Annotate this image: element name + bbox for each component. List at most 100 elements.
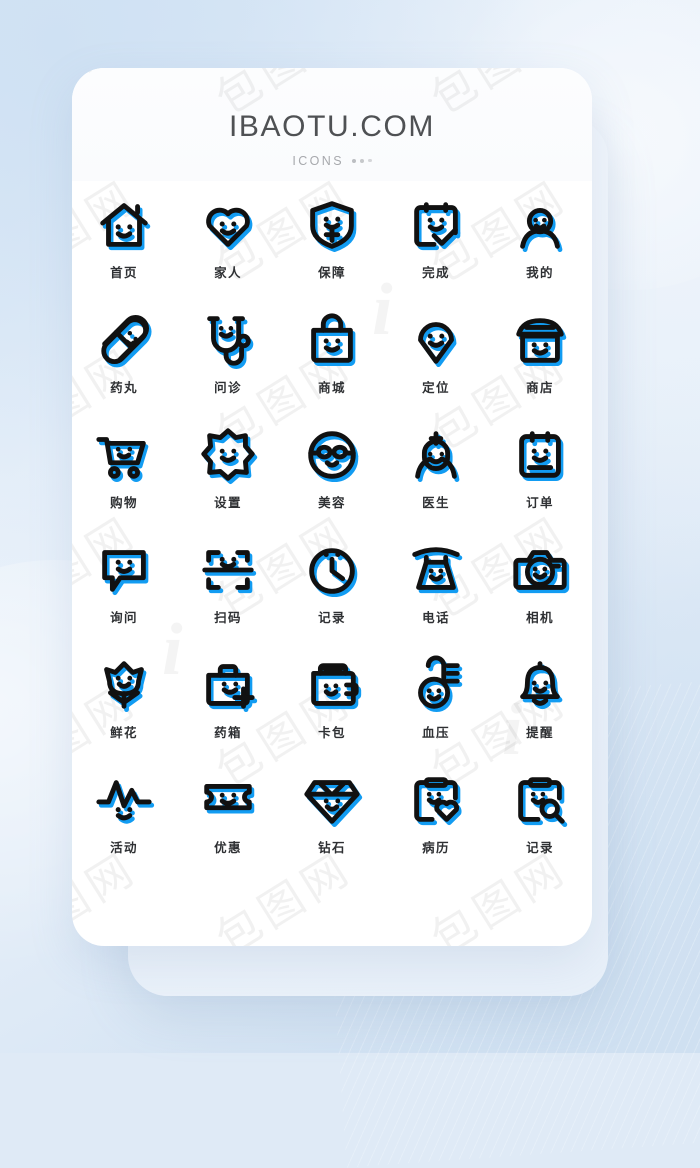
icon-set-card: IBAOTU.COM ICONS 包图网 包图网 包图网 包图网 包图网 包图网 包图网 包图…: [72, 68, 592, 946]
icon-cell[interactable]: 问诊: [176, 296, 280, 411]
record-search-clipboard-icon[interactable]: [509, 764, 571, 836]
icon-label: 优惠: [214, 841, 242, 855]
icon-label: 询问: [110, 611, 138, 625]
stethoscope-smile-icon[interactable]: [197, 304, 259, 376]
shopping-cart-smile-icon[interactable]: [93, 419, 155, 491]
shopping-bag-smile-icon[interactable]: [301, 304, 363, 376]
icon-label: 卡包: [318, 726, 346, 740]
icon-cell[interactable]: 我的: [488, 181, 592, 296]
icon-cell[interactable]: 活动: [72, 756, 176, 871]
location-pin-smile-icon[interactable]: [405, 304, 467, 376]
icon-label: 订单: [526, 496, 554, 510]
icon-cell[interactable]: 订单: [488, 411, 592, 526]
icon-label: 定位: [422, 381, 450, 395]
icon-label: 家人: [214, 266, 242, 280]
medical-record-heart-icon[interactable]: [405, 764, 467, 836]
shield-cross-smile-icon[interactable]: [301, 189, 363, 261]
icon-cell[interactable]: 记录: [280, 526, 384, 641]
coupon-ticket-smile-icon[interactable]: [197, 764, 259, 836]
icon-label: 药丸: [110, 381, 138, 395]
thermometer-smile-icon[interactable]: [405, 649, 467, 721]
icon-label: 购物: [110, 496, 138, 510]
icon-cell[interactable]: 美容: [280, 411, 384, 526]
page-subtitle: ICONS: [292, 153, 344, 168]
icon-label: 提醒: [526, 726, 554, 740]
card-header: IBAOTU.COM ICONS: [72, 68, 592, 181]
icon-label: 相机: [526, 611, 554, 625]
icon-cell[interactable]: 完成: [384, 181, 488, 296]
pulse-activity-smile-icon[interactable]: [93, 764, 155, 836]
user-smile-icon[interactable]: [509, 189, 571, 261]
heart-smile-icon[interactable]: [197, 189, 259, 261]
icon-label: 记录: [318, 611, 346, 625]
icon-row: 药丸 问诊 商城 定位 商店: [72, 296, 592, 411]
flower-smile-icon[interactable]: [93, 649, 155, 721]
subtitle-dot-1: [351, 158, 357, 164]
icon-cell[interactable]: 医生: [384, 411, 488, 526]
icon-row: 活动 优惠 钻石 病历 记录: [72, 756, 592, 871]
icon-label: 血压: [422, 726, 450, 740]
qr-scan-smile-icon[interactable]: [197, 534, 259, 606]
icon-label: 扫码: [214, 611, 242, 625]
subtitle-dot-3: [368, 159, 372, 163]
page-title: IBAOTU.COM: [228, 110, 435, 143]
doctor-smile-icon[interactable]: [405, 419, 467, 491]
icon-cell[interactable]: 鲜花: [72, 641, 176, 756]
icon-label: 问诊: [214, 381, 242, 395]
subtitle-dot-2: [360, 158, 365, 163]
clipboard-check-smile-icon[interactable]: [405, 189, 467, 261]
icon-cell[interactable]: 首页: [72, 181, 176, 296]
wallet-smile-icon[interactable]: [301, 649, 363, 721]
icon-cell[interactable]: 购物: [72, 411, 176, 526]
clock-smile-icon[interactable]: [301, 534, 363, 606]
icon-row: 首页 家人 保障 完成 我的: [72, 181, 592, 296]
icon-cell[interactable]: 保障: [280, 181, 384, 296]
icon-cell[interactable]: 扫码: [176, 526, 280, 641]
icon-label: 保障: [318, 266, 346, 280]
icon-cell[interactable]: 定位: [384, 296, 488, 411]
icon-label: 我的: [526, 266, 554, 280]
icon-cell[interactable]: 商城: [280, 296, 384, 411]
icon-label: 钻石: [318, 841, 346, 855]
icon-label: 首页: [110, 266, 138, 280]
icon-cell[interactable]: 药箱: [176, 641, 280, 756]
icon-label: 美容: [318, 496, 346, 510]
icon-cell[interactable]: 设置: [176, 411, 280, 526]
icon-cell[interactable]: 电话: [384, 526, 488, 641]
pill-smile-icon[interactable]: [93, 304, 155, 376]
icon-cell[interactable]: 相机: [488, 526, 592, 641]
diamond-smile-icon[interactable]: [301, 764, 363, 836]
medical-kit-smile-icon[interactable]: [197, 649, 259, 721]
camera-smile-icon[interactable]: [509, 534, 571, 606]
chat-bubble-smile-icon[interactable]: [93, 534, 155, 606]
icon-label: 记录: [526, 841, 554, 855]
icon-label: 鲜花: [110, 726, 138, 740]
icon-cell[interactable]: 钻石: [280, 756, 384, 871]
icon-grid: 首页 家人 保障 完成 我的 药丸 问诊 商城 定位 商店 购物 设置 美容 医…: [72, 181, 592, 946]
icon-cell[interactable]: 提醒: [488, 641, 592, 756]
icon-cell[interactable]: 询问: [72, 526, 176, 641]
gear-smile-icon[interactable]: [197, 419, 259, 491]
storefront-smile-icon[interactable]: [509, 304, 571, 376]
icon-cell[interactable]: 优惠: [176, 756, 280, 871]
icon-row: 购物 设置 美容 医生 订单: [72, 411, 592, 526]
icon-cell[interactable]: 药丸: [72, 296, 176, 411]
icon-cell[interactable]: 卡包: [280, 641, 384, 756]
icon-cell[interactable]: 记录: [488, 756, 592, 871]
bell-smile-icon[interactable]: [509, 649, 571, 721]
icon-row: 鲜花 药箱 卡包 血压 提醒: [72, 641, 592, 756]
icon-label: 病历: [422, 841, 450, 855]
subtitle-row: ICONS: [72, 152, 592, 170]
icon-label: 医生: [422, 496, 450, 510]
icon-label: 电话: [422, 611, 450, 625]
telephone-smile-icon[interactable]: [405, 534, 467, 606]
home-smile-icon[interactable]: [93, 189, 155, 261]
icon-cell[interactable]: 病历: [384, 756, 488, 871]
icon-cell[interactable]: 家人: [176, 181, 280, 296]
icon-row: 询问 扫码 记录 电话 相机: [72, 526, 592, 641]
icon-cell[interactable]: 血压: [384, 641, 488, 756]
beauty-face-smile-icon[interactable]: [301, 419, 363, 491]
order-clipboard-smile-icon[interactable]: [509, 419, 571, 491]
icon-cell[interactable]: 商店: [488, 296, 592, 411]
icon-label: 活动: [110, 841, 138, 855]
